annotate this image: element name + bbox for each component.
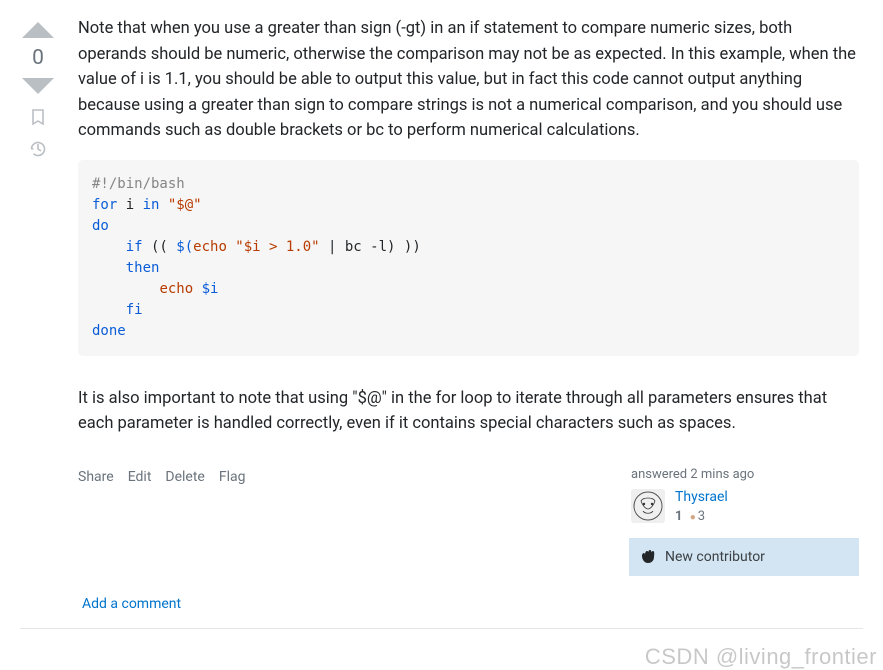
user-details: Thysrael 1 ●3 [675,489,728,524]
code-token: | bc -l [320,239,387,255]
user-card: answered 2 mins ago Thysrael 1 ●3 [629,467,859,576]
actions-row: Share Edit Delete Flag answered 2 mins a… [78,467,859,576]
user-name-link[interactable]: Thysrael [675,489,728,505]
code-token: "$@" [159,197,201,213]
code-token: do [92,218,109,234]
history-icon[interactable] [29,140,47,162]
new-contributor-label: New contributor [665,549,765,565]
answer-content: Note that when you use a greater than si… [60,16,863,628]
user-info: Thysrael 1 ●3 [629,489,859,524]
bronze-badge-icon: ● [690,512,696,523]
answered-time: answered 2 mins ago [629,467,859,489]
code-block: #!/bin/bash for i in "$@" do if (( $(ech… [78,160,859,356]
code-token: for [92,197,117,213]
add-comment-link[interactable]: Add a comment [78,596,859,628]
code-token: echo [159,281,193,297]
wave-icon [639,546,657,568]
share-link[interactable]: Share [78,469,114,485]
avatar[interactable] [631,489,665,523]
new-contributor-banner: New contributor [629,538,859,576]
answer-post: 0 Note that when you use a greater than … [0,0,883,628]
code-token: $( [176,239,193,255]
code-token: echo [193,239,227,255]
flag-link[interactable]: Flag [219,469,246,485]
code-token: in [143,197,160,213]
code-token: i [117,197,142,213]
bronze-count: 3 [698,509,705,524]
answer-body: Note that when you use a greater than si… [78,16,859,437]
edit-link[interactable]: Edit [128,469,152,485]
action-links: Share Edit Delete Flag [78,469,245,485]
downvote-button[interactable] [20,76,56,98]
code-token: #!/bin/bash [92,176,185,192]
code-token: "$i > 1.0" [227,239,320,255]
vote-column: 0 [16,16,60,628]
code-token: $i [193,281,218,297]
vote-score: 0 [32,46,44,70]
code-token: fi [126,302,143,318]
divider [20,628,863,629]
code-token: done [92,323,126,339]
upvote-button[interactable] [20,18,56,40]
code-token: if [126,239,143,255]
delete-link[interactable]: Delete [165,469,204,485]
bookmark-icon[interactable] [29,108,47,130]
paragraph: Note that when you use a greater than si… [78,16,859,144]
code-token: ) )) [387,239,421,255]
watermark: CSDN @living_frontier [645,644,877,670]
code-token: then [126,260,160,276]
rep-score: 1 [675,509,682,524]
code-token: (( [143,239,177,255]
user-reputation: 1 ●3 [675,509,728,524]
paragraph: It is also important to note that using … [78,386,859,437]
